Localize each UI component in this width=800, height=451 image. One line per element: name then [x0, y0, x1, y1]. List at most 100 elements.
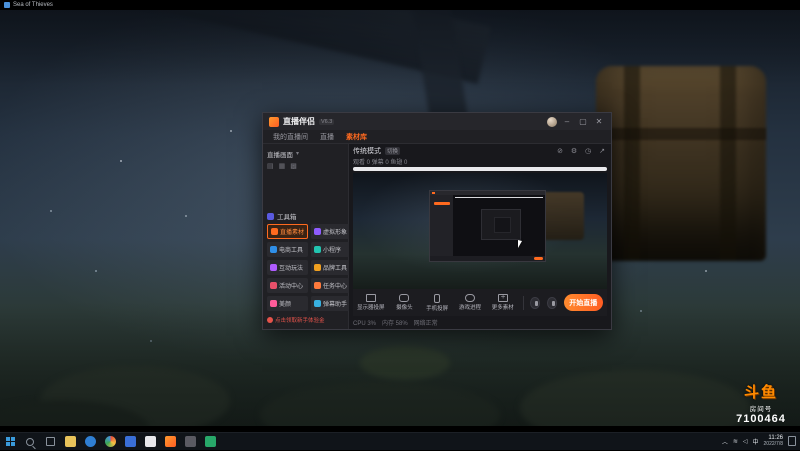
game-window-title: Sea of Thieves: [4, 2, 53, 8]
recursive-preview-2: [480, 208, 522, 241]
share-icon[interactable]: ↗: [597, 147, 607, 155]
tool-task-center[interactable]: 任务中心: [311, 278, 351, 293]
source-more[interactable]: 更多素材: [490, 292, 516, 311]
douyu-companion-icon: [164, 436, 176, 447]
toolbox-icon: [267, 212, 274, 220]
network-icon[interactable]: ≋: [733, 438, 738, 445]
toolbar-divider: [522, 295, 524, 310]
more-view-icon[interactable]: ▩: [290, 162, 297, 170]
brand-icon: [314, 264, 322, 271]
danmaku-icon: [314, 300, 322, 307]
clear-icon[interactable]: ⊘: [555, 147, 565, 155]
list-view-icon[interactable]: ▤: [267, 162, 274, 170]
activity-icon: [270, 282, 277, 289]
volume-icon[interactable]: ◁: [743, 438, 748, 445]
recursive-main: [453, 195, 546, 257]
speaker-icon[interactable]: [546, 296, 557, 309]
chrome-icon: [104, 436, 116, 447]
taskbar-file-explorer[interactable]: [60, 433, 80, 451]
taskbar-search[interactable]: [20, 433, 40, 451]
preview-canvas[interactable]: [353, 173, 607, 289]
task-icon: [314, 282, 322, 289]
tool-brand[interactable]: 品牌工具: [311, 260, 351, 275]
live-stats-row: 观看 0 弹幕 0 鱼翅 0: [353, 160, 408, 166]
monitor-icon: [365, 294, 376, 302]
taskbar-app-blue[interactable]: [120, 433, 140, 451]
language-indicator[interactable]: 中: [753, 437, 759, 446]
recursive-toolbar: [430, 256, 546, 262]
layout-switch-badge[interactable]: 切换: [385, 146, 401, 155]
tool-interactive[interactable]: 互动玩法: [267, 260, 309, 275]
tab-materials[interactable]: 素材库: [346, 132, 367, 142]
recursive-banner: [455, 197, 544, 199]
tool-virtual-avatar[interactable]: 虚拟形象: [311, 224, 351, 239]
toolbox-header: 工具箱: [267, 210, 344, 222]
app-title-bar: 直播伴侣 V6.3: [263, 113, 611, 130]
tool-beauty[interactable]: 美颜: [267, 296, 309, 311]
chevron-down-icon: ▾: [296, 151, 300, 157]
plus-icon: [497, 292, 508, 302]
recursive-left-panel: [430, 195, 454, 257]
tool-ecommerce[interactable]: 电商工具: [267, 242, 309, 257]
system-tray: ︿ ≋ ◁ 中 11:26 2022/7/8: [722, 435, 800, 448]
bell-icon[interactable]: ◷: [583, 147, 593, 155]
desktop: Sea of Thieves 斗鱼 房间号 7100464 直播伴侣 V6.3: [0, 0, 800, 450]
materials-icon: [271, 228, 278, 235]
notice-banner: [353, 167, 607, 171]
douyu-watermark: 斗鱼 房间号 7100464: [730, 381, 792, 425]
mouse-cursor: [518, 240, 523, 249]
source-camera[interactable]: 摄像头: [392, 294, 418, 311]
taskbar-app-gray[interactable]: [180, 433, 200, 451]
tool-activity-center[interactable]: 活动中心: [267, 278, 309, 293]
source-toolbar: 显示器投屏 摄像头 手机投屏 游戏进程 更多素材 开始直播: [353, 289, 607, 316]
promo-gift-icon: [267, 316, 273, 323]
app-title: 直播伴侣: [283, 117, 315, 126]
tool-miniapp[interactable]: 小程序: [311, 242, 351, 257]
taskbar-edge[interactable]: [80, 433, 100, 451]
start-streaming-button[interactable]: 开始直播: [563, 294, 603, 311]
tab-my-room[interactable]: 我的直播间: [273, 132, 308, 142]
streaming-companion-window: 直播伴侣 V6.3 我的直播间 直播 素材库 直播画面 ▾ ▤ ▦: [262, 112, 612, 330]
grid-view-icon[interactable]: ▦: [279, 162, 286, 170]
main-area: 传统模式 切换 ⊘ ⚙ ◷ ↗ 观看 0 弹幕 0 鱼翅 0 显示器投屏 摄像头…: [349, 144, 611, 329]
maximize-button[interactable]: [577, 116, 589, 128]
app-version-badge: V6.3: [319, 118, 335, 125]
preview-header: 传统模式 切换 ⊘ ⚙ ◷ ↗: [353, 144, 607, 157]
taskbar: ︿ ≋ ◁ 中 11:26 2022/7/8: [0, 432, 800, 450]
newbie-promo[interactable]: 点击领取新手体验金: [267, 313, 344, 326]
chevron-up-icon[interactable]: ︿: [722, 437, 728, 446]
microphone-icon[interactable]: [530, 296, 540, 309]
source-game-process[interactable]: 游戏进程: [457, 294, 483, 311]
source-phone-cast[interactable]: 手机投屏: [424, 293, 450, 312]
taskbar-app-green[interactable]: [200, 433, 220, 451]
gamepad-icon: [464, 294, 475, 302]
camera-icon: [399, 294, 410, 302]
notification-center-icon[interactable]: [788, 436, 796, 447]
taskbar-clock[interactable]: 11:26 2022/7/8: [764, 435, 783, 448]
folder-icon: [64, 436, 76, 447]
view-toggle-row: ▤ ▦ ▩: [267, 160, 344, 171]
windows-logo-icon: [5, 437, 15, 446]
tool-danmaku-helper[interactable]: 弹幕助手: [311, 296, 351, 311]
layout-label: 传统模式: [353, 147, 381, 155]
tab-live[interactable]: 直播: [320, 132, 334, 142]
start-button[interactable]: [0, 433, 20, 451]
status-bar: CPU 3% 内存 58% 网络正常: [353, 321, 438, 327]
search-icon: [26, 437, 34, 446]
taskbar-app-light[interactable]: [140, 433, 160, 451]
taskbar-chrome[interactable]: [100, 433, 120, 451]
edge-icon: [84, 436, 96, 447]
douyu-logo: 斗鱼: [743, 384, 778, 401]
user-avatar[interactable]: [547, 116, 557, 127]
close-button[interactable]: [593, 116, 605, 128]
gear-icon[interactable]: ⚙: [569, 147, 579, 155]
source-display-capture[interactable]: 显示器投屏: [357, 294, 385, 311]
minimize-button[interactable]: [561, 116, 573, 128]
scene-selector[interactable]: 直播画面 ▾: [267, 147, 344, 160]
task-view-button[interactable]: [40, 433, 60, 451]
game-window-icon: [4, 2, 10, 8]
tool-live-materials[interactable]: 直播素材: [267, 224, 309, 239]
room-number-label: 房间号: [749, 406, 773, 413]
phone-icon: [434, 293, 441, 303]
taskbar-douyu-companion[interactable]: [160, 433, 180, 451]
